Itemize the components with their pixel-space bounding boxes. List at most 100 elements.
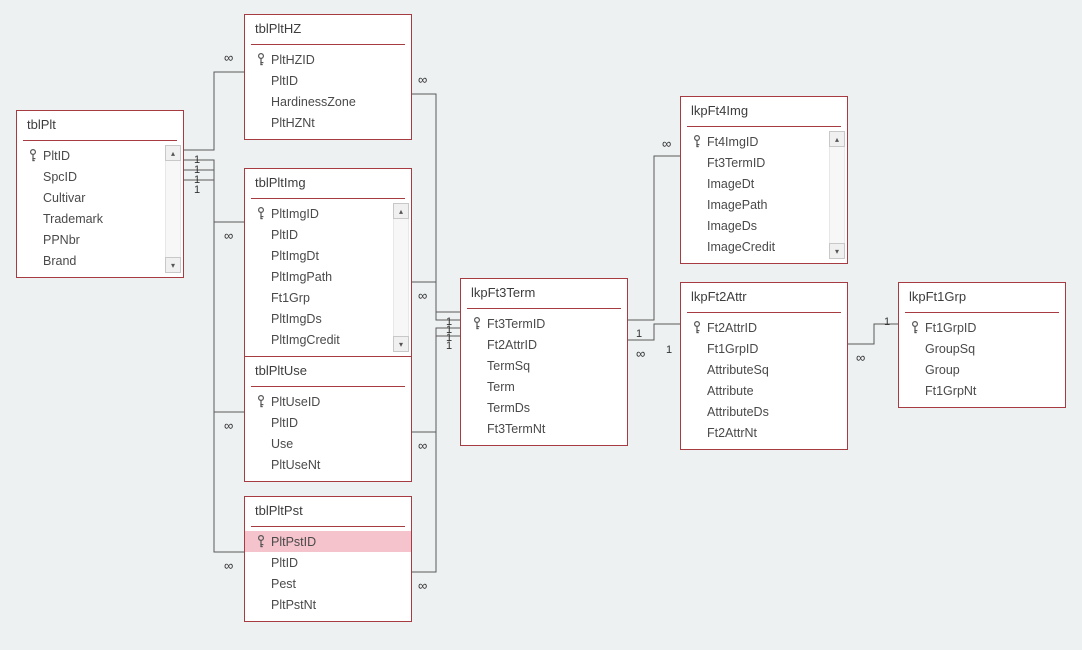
field-row[interactable]: PltImgCredit: [245, 329, 391, 350]
field-name: PltHZID: [271, 51, 403, 69]
field-row[interactable]: PltID: [245, 552, 411, 573]
field-row[interactable]: ImageCredit: [681, 236, 827, 257]
field-row[interactable]: PltImgDs: [245, 308, 391, 329]
field-row[interactable]: PltUseNt: [245, 454, 411, 475]
field-row[interactable]: GroupSq: [899, 338, 1065, 359]
table-tblPltUse[interactable]: tblPltUsePltUseIDPltIDUsePltUseNt: [244, 356, 412, 482]
field-row[interactable]: Ft4ImgID: [681, 131, 827, 152]
field-name: Ft1GrpID: [925, 319, 1057, 337]
field-name: PPNbr: [43, 231, 155, 249]
table-tblPltPst[interactable]: tblPltPstPltPstIDPltIDPestPltPstNt: [244, 496, 412, 622]
table-tblPltHZ[interactable]: tblPltHZ PltHZIDPltIDHardinessZonePltHZNt: [244, 14, 412, 140]
primary-key-icon: [251, 53, 271, 67]
scroll-down-button[interactable]: ▾: [165, 257, 181, 273]
table-body: Ft1GrpIDGroupSqGroup Ft1GrpNt: [899, 315, 1065, 407]
scroll-down-button[interactable]: ▾: [393, 336, 409, 352]
field-row[interactable]: Ft2AttrNt: [681, 422, 847, 443]
field-name: Pest: [271, 575, 403, 593]
field-row[interactable]: AttributeDs: [681, 401, 847, 422]
scroll-up-button[interactable]: ▴: [165, 145, 181, 161]
table-lkpFt4Img[interactable]: lkpFt4Img Ft4ImgIDFt3TermIDImageDt ImagePa…: [680, 96, 848, 264]
cardinality-many: ∞: [224, 418, 233, 433]
field-row[interactable]: PPNbr: [17, 229, 163, 250]
field-row[interactable]: PltImgDt: [245, 245, 391, 266]
field-row[interactable]: Ft2AttrID: [461, 334, 627, 355]
scroll-track[interactable]: [165, 161, 181, 257]
divider: [251, 198, 405, 199]
table-tblPltImg[interactable]: tblPltImgPltImgIDPltIDPltImgDtPltImgPath…: [244, 168, 412, 357]
scroll-down-button[interactable]: ▾: [829, 243, 845, 259]
field-name: ImageDs: [707, 217, 819, 235]
table-title: tblPltHZ: [245, 15, 411, 44]
primary-key-icon: [687, 135, 707, 149]
field-row[interactable]: PltUseID: [245, 391, 411, 412]
cardinality-one: 1: [194, 174, 200, 186]
cardinality-one: 1: [446, 316, 452, 328]
scroll-up-button[interactable]: ▴: [393, 203, 409, 219]
field-row[interactable]: Term: [461, 376, 627, 397]
field-row[interactable]: ImageDt: [681, 173, 827, 194]
field-row[interactable]: Ft3TermID: [461, 313, 627, 334]
table-lkpFt3Term[interactable]: lkpFt3TermFt3TermIDFt2AttrIDTermSqTermTe…: [460, 278, 628, 446]
field-row[interactable]: PltPstID: [245, 531, 411, 552]
field-row[interactable]: ImagePath: [681, 194, 827, 215]
field-row[interactable]: Pest: [245, 573, 411, 594]
cardinality-many: ∞: [662, 136, 671, 151]
table-body: PltUseIDPltID UsePltUseNt: [245, 389, 411, 481]
field-row[interactable]: PltImgPath: [245, 266, 391, 287]
field-name: Ft2AttrID: [707, 319, 839, 337]
table-tblPlt[interactable]: tblPltPltIDSpcIDCultivarTrademarkPPNbrBr…: [16, 110, 184, 278]
field-row[interactable]: Brand: [17, 250, 163, 271]
scroll-track[interactable]: [829, 147, 845, 243]
field-row[interactable]: Ft2AttrID: [681, 317, 847, 338]
field-row[interactable]: Ft1Grp: [245, 287, 391, 308]
field-row[interactable]: PltID: [17, 145, 163, 166]
field-row[interactable]: TermDs: [461, 397, 627, 418]
table-lkpFt1Grp[interactable]: lkpFt1GrpFt1GrpIDGroupSqGroupFt1GrpNt: [898, 282, 1066, 408]
field-row[interactable]: Ft1GrpID: [681, 338, 847, 359]
field-row[interactable]: Group: [899, 359, 1065, 380]
field-row[interactable]: Ft3TermNt: [461, 418, 627, 439]
field-row[interactable]: HardinessZone: [245, 91, 411, 112]
cardinality-many: ∞: [224, 228, 233, 243]
divider: [23, 140, 177, 141]
scroll-track[interactable]: [393, 219, 409, 336]
field-name: Use: [271, 435, 403, 453]
scrollbar[interactable]: ▴▾: [829, 129, 845, 261]
field-row[interactable]: PltImgID: [245, 203, 391, 224]
field-row[interactable]: Ft3TermID: [681, 152, 827, 173]
field-row[interactable]: Use: [245, 433, 411, 454]
field-row[interactable]: AttributeSq: [681, 359, 847, 380]
table-body: PltIDSpcIDCultivarTrademarkPPNbrBrand▴▾: [17, 143, 183, 277]
field-row[interactable]: Trademark: [17, 208, 163, 229]
primary-key-icon: [467, 317, 487, 331]
table-title: lkpFt4Img: [681, 97, 847, 126]
table-lkpFt2Attr[interactable]: lkpFt2AttrFt2AttrIDFt1GrpIDAttributeSqAt…: [680, 282, 848, 450]
field-name: ImagePath: [707, 196, 819, 214]
field-row[interactable]: PltHZID: [245, 49, 411, 70]
field-row[interactable]: PltID: [245, 70, 411, 91]
field-name: Ft1GrpNt: [925, 382, 1057, 400]
field-row[interactable]: Cultivar: [17, 187, 163, 208]
scroll-up-button[interactable]: ▴: [829, 131, 845, 147]
field-row[interactable]: PltID: [245, 224, 391, 245]
scrollbar[interactable]: ▴▾: [165, 143, 181, 275]
field-row[interactable]: Ft1GrpNt: [899, 380, 1065, 401]
cardinality-many: ∞: [636, 346, 645, 361]
field-row[interactable]: Attribute: [681, 380, 847, 401]
field-row[interactable]: ImageDs: [681, 215, 827, 236]
cardinality-many: ∞: [418, 578, 427, 593]
field-row[interactable]: Ft1GrpID: [899, 317, 1065, 338]
divider: [251, 44, 405, 45]
field-name: PltImgID: [271, 205, 383, 223]
field-name: AttributeDs: [707, 403, 839, 421]
field-row[interactable]: PltPstNt: [245, 594, 411, 615]
cardinality-many: ∞: [418, 438, 427, 453]
field-row[interactable]: SpcID: [17, 166, 163, 187]
field-row[interactable]: TermSq: [461, 355, 627, 376]
scrollbar[interactable]: ▴▾: [393, 201, 409, 354]
field-row[interactable]: PltID: [245, 412, 411, 433]
table-body: PltHZIDPltIDHardinessZonePltHZNt: [245, 47, 411, 139]
divider: [467, 308, 621, 309]
field-row[interactable]: PltHZNt: [245, 112, 411, 133]
